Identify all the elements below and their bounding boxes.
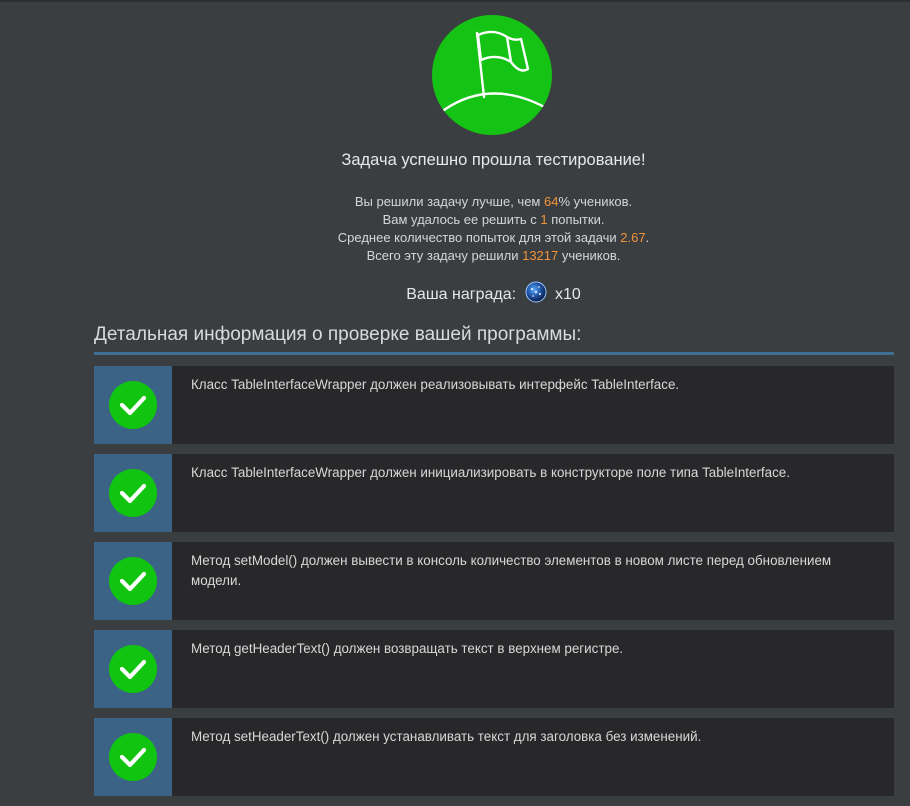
check-status	[94, 718, 172, 796]
check-status	[94, 542, 172, 620]
total-solved-value: 13217	[522, 248, 559, 263]
check-row: Метод setModel() должен вывести в консол…	[94, 542, 894, 620]
check-text: Метод getHeaderText() должен возвращать …	[191, 641, 624, 656]
check-text: Класс TableInterfaceWrapper должен реали…	[191, 377, 680, 392]
checkmark-icon	[109, 645, 157, 693]
checkmark-icon	[109, 733, 157, 781]
check-status	[94, 630, 172, 708]
stats-block: Вы решили задачу лучше, чем 64% учеников…	[0, 193, 910, 265]
checkmark-icon	[109, 469, 157, 517]
result-title: Задача успешно прошла тестирование!	[341, 151, 646, 169]
checkmark-icon	[109, 381, 157, 429]
checks-list: Класс TableInterfaceWrapper должен реали…	[94, 366, 894, 806]
stats-better-than: Вы решили задачу лучше, чем 64% учеников…	[354, 194, 633, 209]
check-row: Метод setHeaderText() должен устанавлива…	[94, 718, 894, 796]
check-text: Метод setHeaderText() должен устанавлива…	[191, 729, 702, 744]
flag-icon	[432, 15, 552, 135]
check-text: Метод setModel() должен вывести в консол…	[191, 553, 832, 588]
details-divider	[94, 352, 894, 355]
stats-attempts: Вам удалось ее решить с 1 попытки.	[382, 212, 605, 227]
attempts-value: 1	[540, 212, 548, 227]
percent-value: 64	[543, 194, 559, 209]
reward-line: Ваша награда: x10	[0, 281, 910, 306]
check-status	[94, 366, 172, 444]
reward-label: Ваша награда:	[406, 286, 517, 303]
average-value: 2.67	[620, 230, 646, 245]
check-status	[94, 454, 172, 532]
check-row: Класс TableInterfaceWrapper должен иници…	[94, 454, 894, 532]
stats-average-attempts: Среднее количество попыток для этой зада…	[337, 230, 650, 245]
top-divider	[0, 0, 910, 2]
dark-matter-icon	[525, 281, 547, 303]
reward-multiplier: x10	[554, 286, 581, 303]
checkmark-icon	[109, 557, 157, 605]
check-row: Метод getHeaderText() должен возвращать …	[94, 630, 894, 708]
stats-total-solved: Всего эту задачу решили 13217 учеников.	[366, 248, 621, 263]
check-row: Класс TableInterfaceWrapper должен реали…	[94, 366, 894, 444]
check-text: Класс TableInterfaceWrapper должен иници…	[191, 465, 790, 480]
details-title: Детальная информация о проверке вашей пр…	[94, 324, 582, 345]
